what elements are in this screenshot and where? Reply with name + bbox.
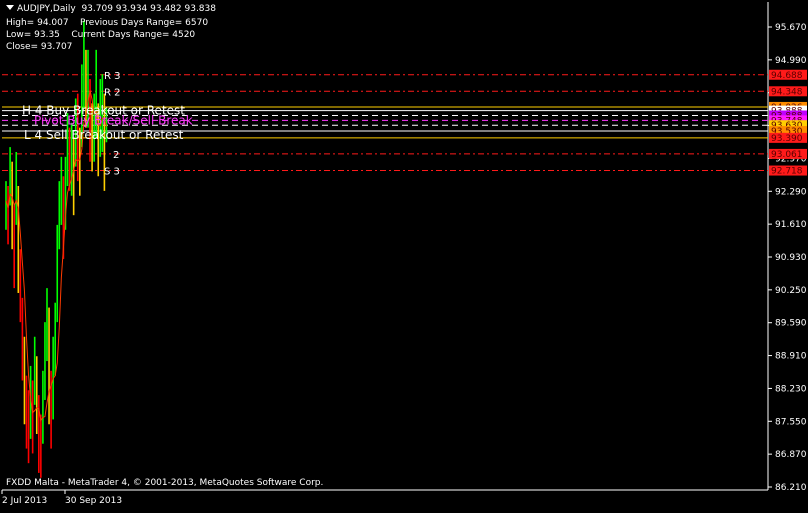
y-tick-label: 95.670 bbox=[775, 23, 807, 33]
level-label: R 2 bbox=[104, 87, 121, 98]
close-label: Close= 93.707 bbox=[6, 42, 73, 52]
symbol-header: AUDJPY,Daily 93.709 93.934 93.482 93.838 bbox=[6, 4, 216, 15]
chevron-down-icon[interactable] bbox=[6, 5, 14, 10]
ohlc-values: 93.709 93.934 93.482 93.838 bbox=[81, 4, 216, 14]
level-label: 2 bbox=[113, 150, 119, 161]
level-label: S 3 bbox=[104, 167, 120, 178]
y-tick-label: 87.550 bbox=[775, 417, 807, 427]
level-labels: R 3R 2H 4 Buy Breakout or RetestPivot Bu… bbox=[22, 71, 193, 178]
high-label: High= 94.007 bbox=[6, 18, 69, 28]
price-badge-label: 94.688 bbox=[771, 71, 803, 81]
copyright-footer: FXDD Malta - MetaTrader 4, © 2001-2013, … bbox=[6, 478, 324, 488]
level-label: Pivot Buy Break/Sell Break bbox=[34, 113, 193, 127]
price-badge-label: 94.348 bbox=[771, 87, 803, 97]
low-label: Low= 93.35 bbox=[6, 30, 60, 40]
y-tick-label: 88.910 bbox=[775, 352, 807, 362]
price-badge-label: 92.718 bbox=[771, 167, 803, 177]
prev-range-label: Previous Days Range= 6570 bbox=[80, 18, 209, 28]
x-tick-label: 30 Sep 2013 bbox=[65, 496, 122, 506]
info-row-3: Close= 93.707 bbox=[6, 42, 72, 53]
y-tick-label: 89.590 bbox=[775, 319, 807, 329]
symbol-label: AUDJPY,Daily bbox=[17, 4, 76, 14]
price-badge-label: 93.061 bbox=[771, 150, 803, 160]
info-row-1: High= 94.007 Previous Days Range= 6570 bbox=[6, 18, 208, 29]
level-label: R 3 bbox=[104, 71, 121, 82]
y-tick-label: 92.290 bbox=[775, 187, 807, 197]
x-tick-label: 2 Jul 2013 bbox=[2, 496, 47, 506]
y-tick-label: 86.870 bbox=[775, 450, 807, 460]
chart-axes: 95.67094.99094.31093.63092.97092.29091.6… bbox=[1, 2, 807, 506]
candles bbox=[5, 20, 108, 478]
level-label: L 4 Sell Breakout or Retest bbox=[24, 128, 184, 142]
info-row-2: Low= 93.35 Current Days Range= 4520 bbox=[6, 30, 195, 41]
y-tick-label: 91.610 bbox=[775, 220, 807, 230]
y-tick-label: 86.210 bbox=[775, 483, 807, 493]
y-tick-label: 94.990 bbox=[775, 56, 807, 66]
y-tick-label: 90.930 bbox=[775, 253, 807, 263]
chart-canvas[interactable]: 95.67094.99094.31093.63092.97092.29091.6… bbox=[0, 0, 808, 509]
price-badge-label: 93.390 bbox=[771, 134, 803, 144]
price-chart[interactable]: 95.67094.99094.31093.63092.97092.29091.6… bbox=[0, 0, 808, 509]
curr-range-label: Current Days Range= 4520 bbox=[71, 30, 196, 40]
y-tick-label: 88.230 bbox=[775, 384, 807, 394]
y-tick-label: 90.250 bbox=[775, 286, 807, 296]
